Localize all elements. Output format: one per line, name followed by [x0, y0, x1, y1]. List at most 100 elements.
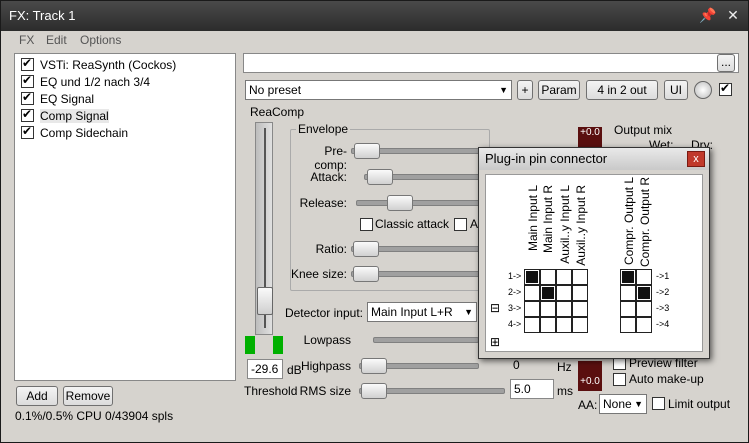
chevron-down-icon: ▼ [464, 307, 473, 317]
auto-makeup-label: Auto make-up [629, 372, 704, 386]
fx-item-label: Comp Signal [40, 108, 109, 123]
fx-item-comp-sidechain[interactable]: Comp Sidechain [21, 124, 128, 141]
param-button[interactable]: Param [538, 80, 580, 100]
auto-makeup-checkbox[interactable] [613, 373, 626, 386]
pin-cell[interactable] [540, 301, 556, 317]
fx-name-field[interactable] [243, 53, 739, 73]
pin-cell[interactable] [572, 269, 588, 285]
pin-cell[interactable] [620, 301, 636, 317]
threshold-fader-thumb[interactable] [257, 287, 273, 315]
window-title: FX: Track 1 [9, 8, 76, 23]
detector-input-value: Main Input L+R [371, 305, 453, 319]
fx-item-eq-signal[interactable]: EQ Signal [21, 90, 94, 107]
limit-output-checkbox[interactable] [652, 397, 665, 410]
highpass-slider-thumb[interactable] [361, 358, 387, 374]
aa-select[interactable]: None ▼ [599, 394, 647, 414]
remove-channel-icon[interactable]: ⊟ [490, 301, 500, 315]
aa-value: None [603, 397, 632, 411]
highpass-label: Highpass [300, 359, 351, 373]
pin-cell[interactable] [636, 285, 652, 301]
fx-enable-checkbox[interactable] [21, 107, 34, 122]
pin-cell[interactable] [572, 317, 588, 333]
release-slider-thumb[interactable] [387, 195, 413, 211]
close-icon[interactable]: ✕ [723, 5, 743, 25]
ui-button[interactable]: UI [664, 80, 688, 100]
lowpass-slider[interactable] [373, 337, 479, 343]
threshold-value[interactable]: -29.6 [247, 359, 283, 379]
knee-size-slider-thumb[interactable] [353, 266, 379, 282]
gain-reduction-meter-top: +0.0 [578, 127, 602, 149]
rms-size-slider-thumb[interactable] [361, 383, 387, 399]
pin-icon[interactable]: 📌 [698, 5, 718, 25]
fx-chain-list[interactable]: VSTi: ReaSynth (Cockos) EQ und 1/2 nach … [14, 53, 236, 381]
add-preset-button[interactable]: + [517, 80, 533, 100]
remove-fx-button[interactable]: Remove [63, 386, 113, 406]
pin-cell[interactable] [636, 301, 652, 317]
fx-item-eq-1-2[interactable]: EQ und 1/2 nach 3/4 [21, 73, 150, 90]
pin-cell[interactable] [556, 317, 572, 333]
fx-enable-checkbox[interactable] [21, 90, 34, 105]
fx-item-label: Comp Sidechain [40, 125, 129, 140]
browse-button[interactable]: ... [717, 54, 735, 72]
pin-cell[interactable] [556, 301, 572, 317]
fx-enable-checkbox[interactable] [21, 56, 34, 71]
pin-connector-title-bar[interactable]: Plug-in pin connector [479, 148, 709, 170]
lowpass-label: Lowpass [303, 333, 351, 347]
auto-release-label: A [470, 217, 479, 231]
highpass-unit: Hz [557, 360, 572, 374]
attack-slider-thumb[interactable] [367, 169, 393, 185]
pin-cell[interactable] [524, 269, 540, 285]
menu-options[interactable]: Options [80, 33, 121, 47]
input-row-label: 1-> [508, 271, 522, 281]
pin-cell[interactable] [620, 269, 636, 285]
auto-release-checkbox[interactable] [454, 218, 467, 231]
cpu-status: 0.1%/0.5% CPU 0/43904 spls [15, 409, 174, 423]
output-row-label: ->1 [656, 271, 670, 281]
pin-cell[interactable] [572, 301, 588, 317]
menu-bar: FX Edit Options [1, 31, 748, 51]
pin-cell[interactable] [524, 301, 540, 317]
classic-attack-checkbox[interactable] [360, 218, 373, 231]
fx-enable-checkbox[interactable] [21, 124, 34, 139]
pin-cell[interactable] [620, 285, 636, 301]
precomp-slider-thumb[interactable] [354, 143, 380, 159]
pin-cell[interactable] [540, 269, 556, 285]
pin-cell[interactable] [572, 285, 588, 301]
fx-item-reasynth[interactable]: VSTi: ReaSynth (Cockos) [21, 56, 176, 73]
envelope-label: Envelope [296, 122, 351, 136]
menu-edit[interactable]: Edit [46, 33, 67, 47]
wet-knob-icon[interactable] [694, 81, 712, 99]
detector-input-select[interactable]: Main Input L+R ▼ [367, 302, 477, 322]
limit-output-label: Limit output [668, 397, 731, 411]
detector-input-label: Detector input: [284, 306, 363, 320]
pin-cell[interactable] [556, 285, 572, 301]
pin-cell[interactable] [636, 269, 652, 285]
pin-cell[interactable] [620, 317, 636, 333]
chevron-down-icon: ▼ [634, 399, 643, 409]
precomp-label: Pre-comp: [314, 144, 347, 172]
bypass-checkbox[interactable] [719, 81, 732, 96]
pin-cell[interactable] [524, 317, 540, 333]
pin-routing-button[interactable]: 4 in 2 out [586, 80, 658, 100]
add-fx-button[interactable]: Add [16, 386, 58, 406]
plugin-name: ReaComp [250, 105, 305, 119]
pin-cell[interactable] [556, 269, 572, 285]
pin-cell[interactable] [540, 317, 556, 333]
fx-item-comp-signal[interactable]: Comp Signal [21, 107, 109, 124]
ratio-slider-thumb[interactable] [353, 241, 379, 257]
rms-size-value[interactable]: 5.0 [510, 379, 554, 399]
preset-select[interactable]: No preset ▼ [245, 80, 512, 100]
pin-cell[interactable] [540, 285, 556, 301]
pin-cell[interactable] [636, 317, 652, 333]
add-channel-icon[interactable]: ⊞ [490, 335, 500, 349]
output-row-label: ->3 [656, 303, 670, 313]
close-icon[interactable]: x [687, 151, 705, 167]
highpass-value[interactable]: 0 [513, 358, 520, 372]
input-pin-label: Auxil..y Input R [574, 185, 588, 266]
attack-label: Attack: [310, 170, 347, 184]
menu-fx[interactable]: FX [19, 33, 34, 47]
fx-item-label: EQ Signal [40, 91, 95, 106]
pin-cell[interactable] [524, 285, 540, 301]
title-bar[interactable]: FX: Track 1 📌 ✕ [1, 1, 748, 31]
fx-enable-checkbox[interactable] [21, 73, 34, 88]
